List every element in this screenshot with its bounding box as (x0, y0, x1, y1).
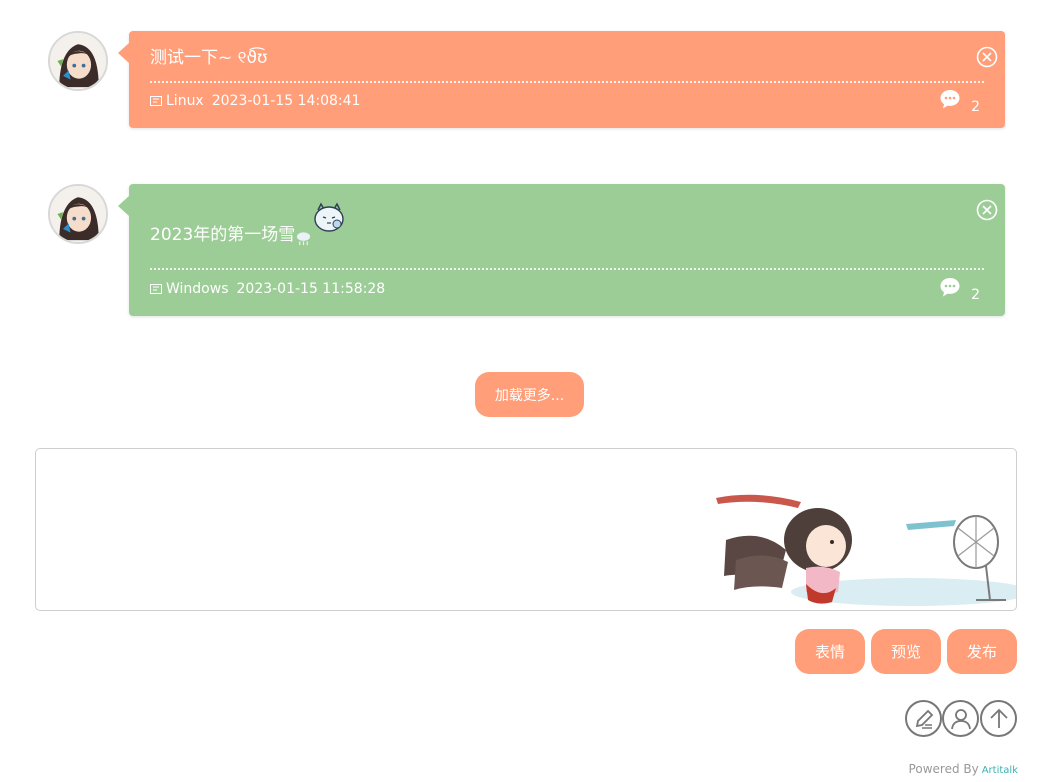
powered-by: Powered By Artitalk (909, 762, 1018, 776)
avatar (48, 184, 108, 244)
sticker-icon (314, 202, 344, 232)
comment-count: 2 (971, 287, 980, 303)
preview-button[interactable]: 预览 (871, 629, 941, 674)
comment-count: 2 (971, 99, 980, 115)
post-meta: Linux 2023-01-15 14:08:41 (150, 92, 360, 110)
device-icon (150, 284, 162, 294)
powered-by-text: Powered By (908, 762, 979, 776)
scroll-top-button[interactable] (980, 700, 1017, 737)
divider (150, 268, 984, 270)
post-message-row: 2023年的第一场雪 (150, 202, 346, 246)
close-icon[interactable] (976, 46, 998, 68)
arrow-up-icon (989, 708, 1008, 728)
comment-editor (35, 448, 1017, 611)
post-item: 2023年的第一场雪 Windows 2023-01-15 11:58:28 2 (48, 184, 1005, 316)
emoji-button[interactable]: 表情 (795, 629, 865, 674)
user-icon (950, 708, 971, 729)
post-message: 2023年的第一场雪 (150, 225, 296, 245)
comment-input[interactable] (36, 449, 1016, 610)
post-card: 测试一下~ ୧ϑ͡ʊ Linux 2023-01-15 14:08:41 2 (118, 31, 1005, 128)
avatar-image (50, 186, 106, 242)
post-meta: Windows 2023-01-15 11:58:28 (150, 280, 385, 298)
avatar-image (50, 33, 106, 89)
post-message: 测试一下~ ୧ϑ͡ʊ (150, 48, 268, 68)
post-card: 2023年的第一场雪 Windows 2023-01-15 11:58:28 2 (118, 184, 1005, 316)
comment-button[interactable]: 2 (939, 88, 980, 114)
post-os: Windows (166, 281, 229, 297)
edit-button[interactable] (905, 700, 942, 737)
post-os: Linux (166, 93, 204, 109)
close-icon[interactable] (976, 199, 998, 221)
comment-bubble-icon (940, 90, 960, 109)
load-more-button[interactable]: 加载更多... (475, 372, 584, 417)
edit-icon (915, 709, 933, 729)
post-date: 2023-01-15 11:58:28 (236, 281, 386, 297)
comment-bubble-icon (940, 278, 960, 297)
divider (150, 81, 984, 83)
post-date: 2023-01-15 14:08:41 (211, 93, 361, 109)
user-button[interactable] (942, 700, 979, 737)
avatar (48, 31, 108, 91)
snow-cloud-icon (297, 232, 311, 246)
artitalk-link[interactable]: Artitalk (982, 765, 1018, 776)
comment-button[interactable]: 2 (939, 276, 980, 302)
post-item: 测试一下~ ୧ϑ͡ʊ Linux 2023-01-15 14:08:41 2 (48, 31, 1005, 128)
device-icon (150, 96, 162, 106)
publish-button[interactable]: 发布 (947, 629, 1017, 674)
